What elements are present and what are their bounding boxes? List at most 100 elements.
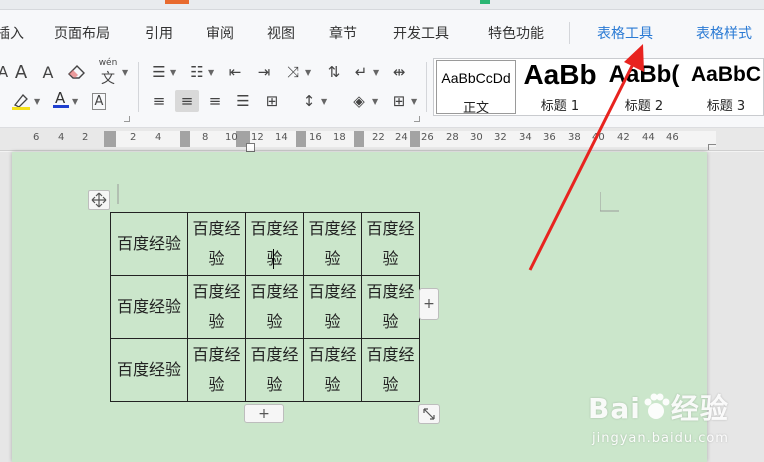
chevron-down-icon[interactable]: ▼ <box>34 97 40 106</box>
decrease-indent-icon[interactable]: ⇤ <box>224 61 246 83</box>
align-right-icon[interactable]: ≡ <box>204 90 226 112</box>
table-resize-handle[interactable] <box>418 404 440 424</box>
ruler-number: 12 <box>251 132 264 143</box>
table-cell[interactable]: 百度经验 <box>110 275 188 339</box>
table-cell[interactable]: 百度经验 <box>187 338 246 402</box>
menu-table-style[interactable]: 表格样式 <box>696 23 752 43</box>
menu-view[interactable]: 视图 <box>267 23 295 43</box>
ruler-number: 30 <box>470 132 483 143</box>
justify-icon[interactable]: ☰ <box>232 90 254 112</box>
line-break-icon[interactable]: ↵ <box>350 61 372 83</box>
borders-icon[interactable]: ⊞ <box>388 90 410 112</box>
plus-icon: + <box>423 296 435 312</box>
menu-page-layout[interactable]: 页面布局 <box>54 23 110 43</box>
table-cell[interactable]: 百度经验 <box>361 338 420 402</box>
table-cell[interactable]: 百度经验 <box>303 212 362 276</box>
table-row: 百度经验 百度经验 百度经验 百度经验 百度经验 <box>110 212 420 276</box>
font-color-icon[interactable]: A <box>50 88 72 110</box>
ruler-column-marker <box>354 131 364 147</box>
paragraph-dialog-launcher-icon[interactable] <box>414 116 420 122</box>
chevron-down-icon[interactable]: ▼ <box>373 68 379 77</box>
character-border-icon[interactable]: A <box>88 90 110 112</box>
ruler-number: 40 <box>592 132 605 143</box>
table-cell[interactable]: 百度经验 <box>303 338 362 402</box>
ruler-number: 44 <box>642 132 655 143</box>
numbered-list-icon[interactable]: ☷ <box>186 61 208 83</box>
ruler-number: 2 <box>130 132 137 143</box>
menu-chapter[interactable]: 章节 <box>329 23 357 43</box>
group-divider <box>138 62 139 112</box>
indent-marker[interactable] <box>246 143 255 152</box>
menu-special-features[interactable]: 特色功能 <box>488 23 544 43</box>
menu-insert[interactable]: 插入 <box>0 23 24 43</box>
chevron-down-icon[interactable]: ▼ <box>72 97 78 106</box>
chevron-down-icon[interactable]: ▼ <box>122 68 128 77</box>
increase-indent-icon[interactable]: ⇥ <box>253 61 275 83</box>
text-direction-icon[interactable]: ⤨ <box>282 61 304 83</box>
style-heading-1[interactable]: AaBb 标题 1 <box>518 59 602 115</box>
menu-table-tools[interactable]: 表格工具 <box>597 23 653 43</box>
chevron-down-icon[interactable]: ▼ <box>208 68 214 77</box>
chevron-down-icon[interactable]: ▼ <box>321 97 327 106</box>
ruler-number: 22 <box>372 132 385 143</box>
chevron-down-icon[interactable]: ▼ <box>372 97 378 106</box>
table-cell[interactable]: 百度经验 <box>110 338 188 402</box>
table-move-handle[interactable] <box>88 190 110 210</box>
style-heading-3[interactable]: AaBbC 标题 3 <box>684 59 763 115</box>
shading-icon[interactable]: ◈ <box>348 90 370 112</box>
table-cell[interactable]: 百度经验 <box>110 212 188 276</box>
horizontal-ruler[interactable]: 6 4 2 2 4 8 10 12 14 16 18 22 24 26 28 3… <box>0 128 764 152</box>
chevron-down-icon[interactable]: ▼ <box>170 68 176 77</box>
chevron-down-icon[interactable]: ▼ <box>305 68 311 77</box>
ruler-number: 2 <box>82 132 89 143</box>
table-cell[interactable]: 百度经验 <box>245 338 304 402</box>
table-cell[interactable]: 百度经验 <box>245 275 304 339</box>
ruler-column-marker <box>296 131 306 147</box>
style-normal[interactable]: AaBbCcDd 正文 <box>436 60 516 114</box>
ribbon-menu-bar: 插入 页面布局 引用 审阅 视图 章节 开发工具 特色功能 表格工具 表格样式 <box>0 10 764 56</box>
document-table[interactable]: 百度经验 百度经验 百度经验 百度经验 百度经验 百度经验 百度经验 百度经验 … <box>110 212 420 402</box>
font-dialog-launcher-icon[interactable] <box>124 116 130 122</box>
sort-icon[interactable]: ⇅ <box>323 61 345 83</box>
chevron-down-icon[interactable]: ▼ <box>411 97 417 106</box>
ruler-number: 38 <box>568 132 581 143</box>
menu-review[interactable]: 审阅 <box>206 23 234 43</box>
distribute-icon[interactable]: ⇹ <box>388 61 410 83</box>
tab-indicator-orange <box>165 0 189 4</box>
right-margin-marker[interactable] <box>708 144 716 150</box>
ruler-column-marker <box>410 131 420 147</box>
table-cell[interactable]: 百度经验 <box>361 275 420 339</box>
ruler-number: 24 <box>395 132 408 143</box>
paw-icon <box>644 393 670 419</box>
menu-divider <box>569 22 570 44</box>
highlight-icon[interactable] <box>10 90 32 112</box>
tab-indicator-green <box>480 0 490 4</box>
shrink-font-icon[interactable]: A <box>37 61 59 83</box>
ruler-number: 10 <box>225 132 238 143</box>
align-center-icon[interactable]: ≡ <box>175 90 199 112</box>
table-cell[interactable]: 百度经验 <box>245 212 304 276</box>
style-heading-2[interactable]: AaBb( 标题 2 <box>602 59 686 115</box>
add-row-button[interactable]: + <box>244 404 284 423</box>
distributed-align-icon[interactable]: ⊞ <box>261 90 283 112</box>
margin-corner-mark <box>600 192 619 212</box>
ruler-number: 34 <box>519 132 532 143</box>
clear-format-icon[interactable] <box>66 61 88 83</box>
menu-references[interactable]: 引用 <box>145 23 173 43</box>
bullet-list-icon[interactable]: ☰ <box>148 61 170 83</box>
align-left-icon[interactable]: ≡ <box>148 90 170 112</box>
ruler-number: 42 <box>617 132 630 143</box>
window-tab-strip <box>0 0 764 10</box>
add-column-button[interactable]: + <box>419 288 439 320</box>
line-spacing-icon[interactable]: ↕ <box>298 90 320 112</box>
table-cell[interactable]: 百度经验 <box>187 275 246 339</box>
menu-developer-tools[interactable]: 开发工具 <box>393 23 449 43</box>
grow-font-icon[interactable]: A <box>10 61 32 83</box>
table-cell[interactable]: 百度经验 <box>361 212 420 276</box>
table-cell[interactable]: 百度经验 <box>187 212 246 276</box>
pinyin-guide-icon[interactable]: wén 文 <box>94 58 122 87</box>
table-cell[interactable]: 百度经验 <box>303 275 362 339</box>
resize-icon <box>423 408 435 420</box>
table-row: 百度经验 百度经验 百度经验 百度经验 百度经验 <box>110 275 420 339</box>
ruler-number: 26 <box>421 132 434 143</box>
